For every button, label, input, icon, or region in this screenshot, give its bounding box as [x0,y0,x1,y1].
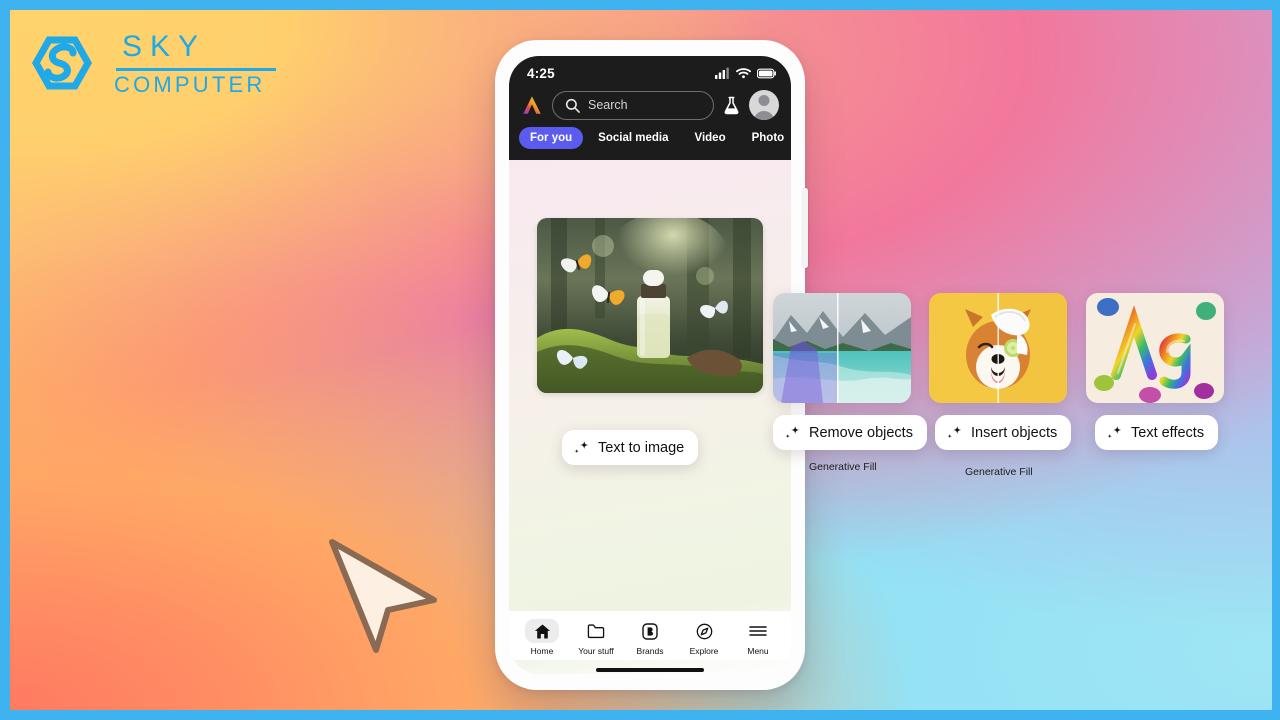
nav-item-your-stuff[interactable]: Your stuff [569,619,623,656]
tab-video[interactable]: Video [683,127,736,149]
feature-pill-insert-objects[interactable]: Insert objects [935,415,1072,450]
nav-item-menu[interactable]: Menu [731,619,785,656]
hero-image-card[interactable] [537,218,763,393]
hamburger-menu-icon [749,626,767,636]
sky-computer-watermark: SKY COMPUTER [32,28,282,100]
tab-for-you[interactable]: For you [519,127,584,149]
tab-social-media[interactable]: Social media [587,127,679,149]
category-tabs: For you Social media Video Photo [509,122,791,156]
search-icon [565,98,580,113]
folder-icon [587,624,605,639]
mouse-pointer-arrow-icon [329,539,437,653]
tab-photo[interactable]: Photo [741,127,791,149]
phone-mockup: 4:25 Search For you Social media Video P… [495,40,808,690]
search-input[interactable]: Search [552,90,714,120]
nav-label-menu: Menu [747,646,769,656]
feature-label-remove-objects: Remove objects [809,424,913,441]
status-bar: 4:25 [509,56,791,86]
feature-caption-remove-objects: Generative Fill [809,461,877,473]
nav-label-brands: Brands [636,646,664,656]
cellular-signal-icon [715,67,729,79]
phone-screen: 4:25 Search For you Social media Video P… [509,56,791,674]
shiba-spa-artwork [929,293,1067,403]
feature-label-text-effects: Text effects [1131,424,1205,441]
ai-sparkle-icon [785,425,800,439]
nav-label-explore: Explore [689,646,719,656]
nav-item-explore[interactable]: Explore [677,619,731,656]
search-placeholder: Search [588,98,628,112]
feature-caption-insert-objects: Generative Fill [965,466,1033,478]
watermark-divider [116,68,276,71]
poster-canvas: SKY COMPUTER 4:25 Search For you Social … [10,10,1272,710]
rainbow-text-artwork [1086,293,1224,403]
status-time: 4:25 [527,65,555,81]
wifi-icon [736,68,751,79]
feature-thumb-insert-objects[interactable] [929,293,1067,403]
ai-sparkle-icon [574,440,589,454]
sky-s-hexagon-logo-icon [32,36,92,90]
mountain-lake-artwork [773,293,911,403]
home-indicator [596,668,704,672]
watermark-line1: SKY [122,30,207,63]
feature-thumb-remove-objects[interactable] [773,293,911,403]
watermark-line2: COMPUTER [114,72,266,97]
bottom-navigation: Home Your stuff Brands Explore Menu [509,611,791,660]
brands-b-icon [642,622,658,640]
compass-icon [696,623,712,639]
feed-body [509,160,791,611]
search-row: Search [509,86,791,122]
ai-sparkle-icon [1107,425,1122,439]
hero-artwork [537,218,763,393]
feature-label-insert-objects: Insert objects [971,424,1058,441]
flask-icon[interactable] [723,96,740,115]
nav-label-your-stuff: Your stuff [578,646,614,656]
nav-item-brands[interactable]: Brands [623,619,677,656]
home-icon [534,624,550,638]
feature-pill-text-effects[interactable]: Text effects [1095,415,1219,450]
nav-label-home: Home [530,646,554,656]
user-avatar-icon[interactable] [749,90,779,120]
feature-pill-remove-objects[interactable]: Remove objects [773,415,927,450]
nav-item-home[interactable]: Home [515,619,569,656]
phone-side-button[interactable] [803,188,808,268]
feature-thumb-text-effects[interactable] [1086,293,1224,403]
feature-label-text-to-image: Text to image [598,439,685,456]
ai-sparkle-icon [947,425,962,439]
battery-icon [757,68,776,78]
app-header: 4:25 Search For you Social media Video P… [509,56,791,160]
feature-pill-text-to-image[interactable]: Text to image [562,430,699,465]
adobe-express-logo-icon[interactable] [521,94,543,116]
